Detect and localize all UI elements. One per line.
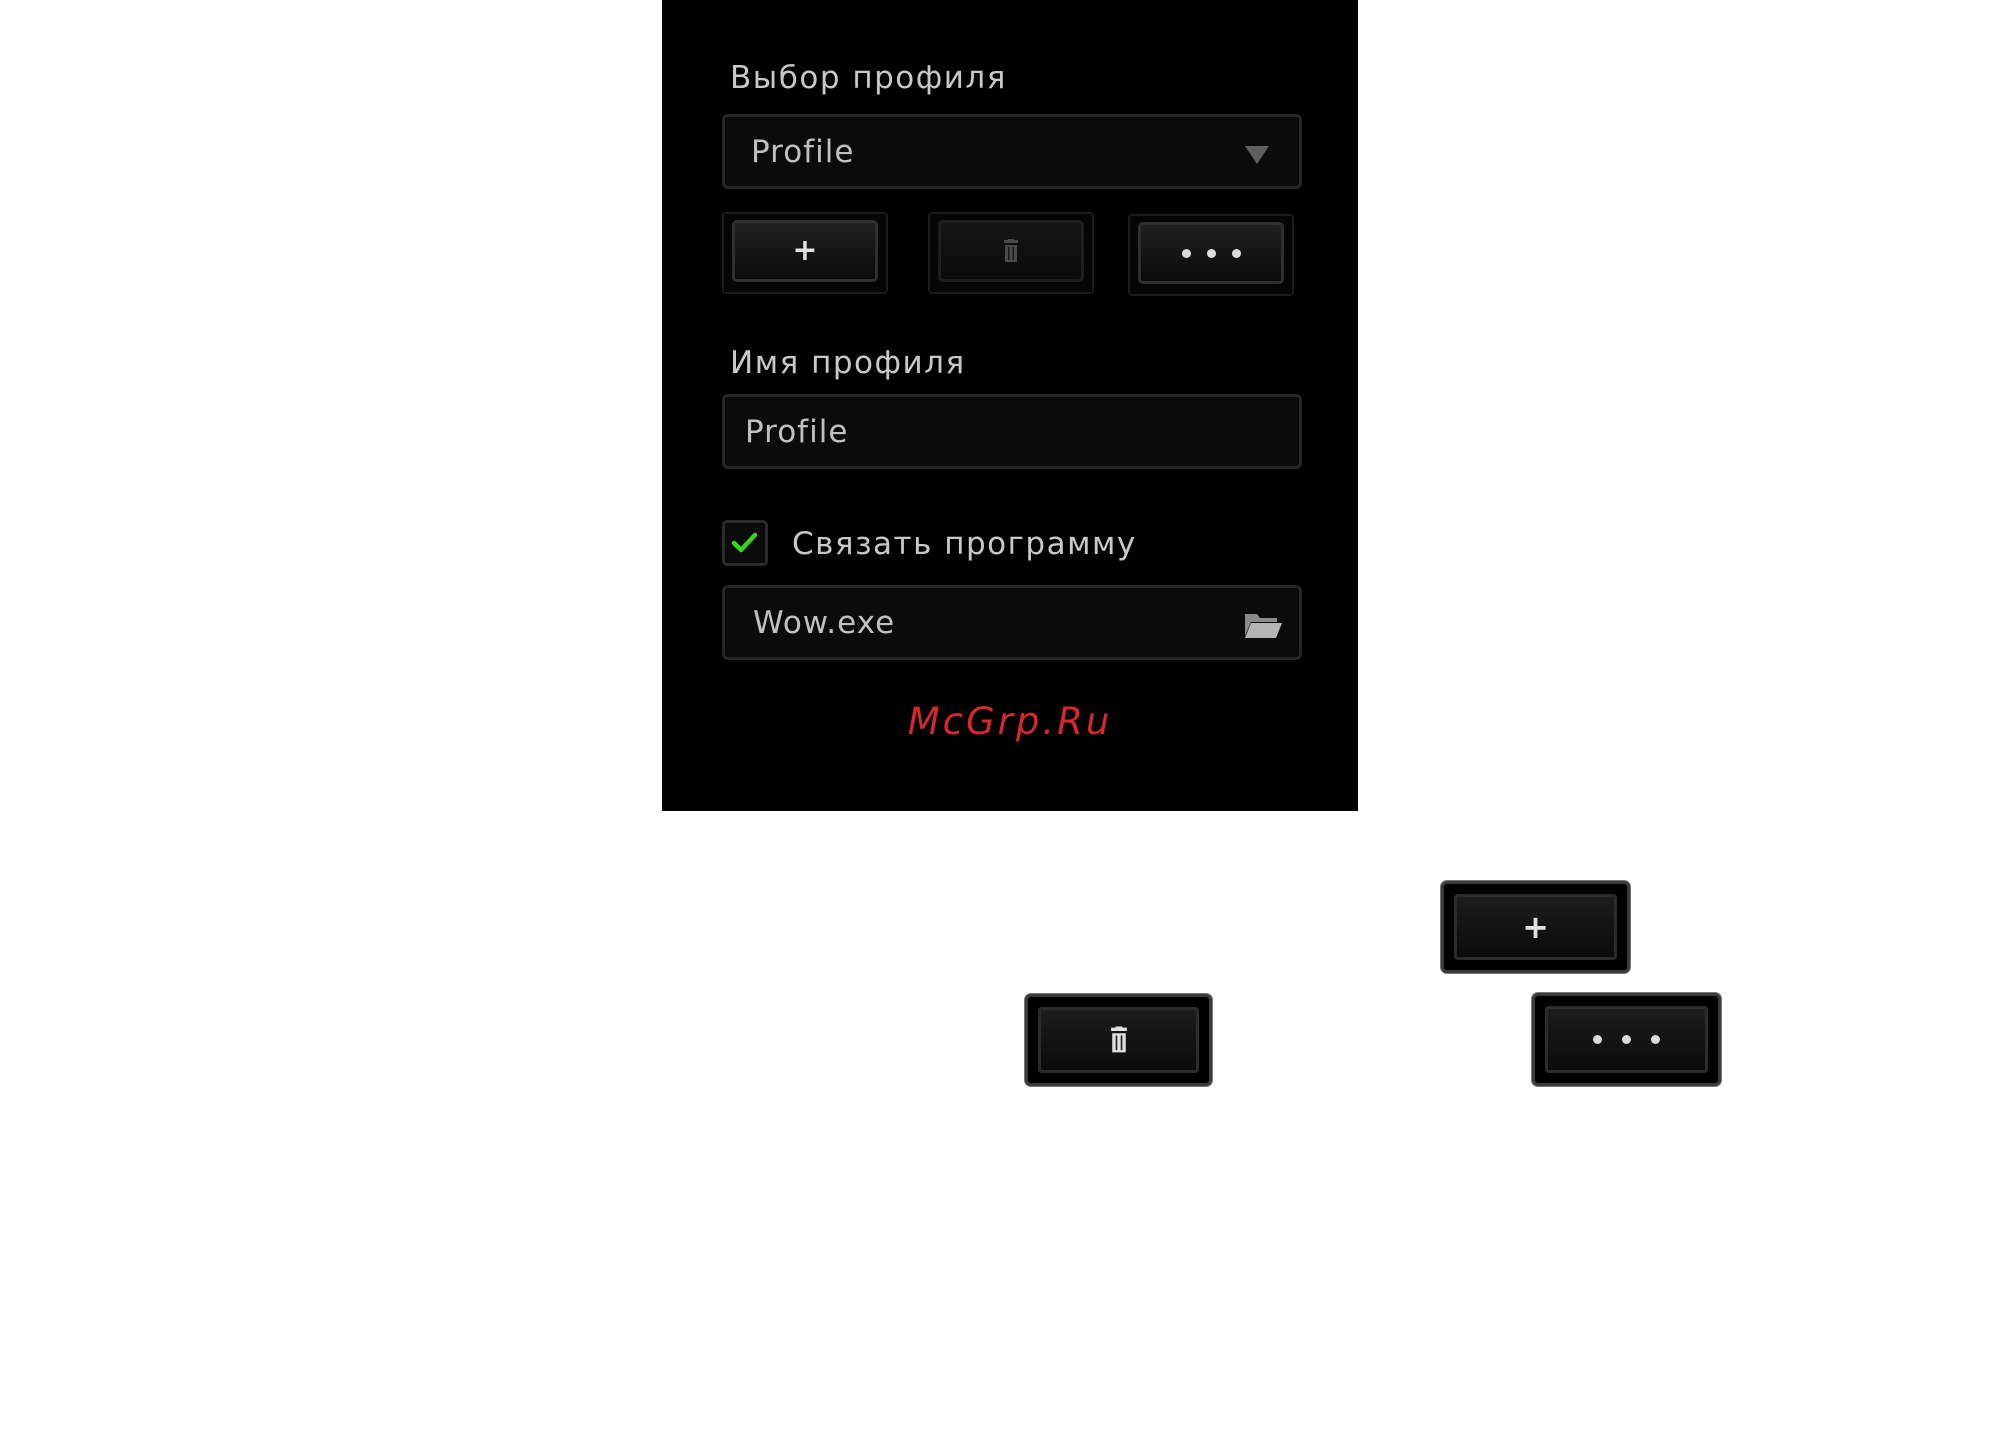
add-button-large[interactable]: + — [1441, 881, 1630, 973]
profile-select-label: Выбор профиля — [730, 60, 1007, 96]
page: Выбор профиля Profile + Имя профиля Prof… — [0, 0, 2007, 1441]
profile-panel: Выбор профиля Profile + Имя профиля Prof… — [662, 0, 1358, 811]
trash-icon — [1110, 1026, 1127, 1053]
profile-dropdown[interactable]: Profile — [722, 114, 1302, 189]
delete-button-large[interactable] — [1025, 994, 1212, 1086]
more-options-button-large-face[interactable] — [1545, 1006, 1708, 1073]
profile-name-value: Profile — [745, 413, 849, 450]
trash-icon — [1004, 239, 1018, 262]
plus-icon: + — [1522, 908, 1549, 946]
more-options-button[interactable] — [1138, 222, 1284, 284]
delete-button-large-face[interactable] — [1038, 1007, 1199, 1073]
dropdown-arrow-icon — [1245, 146, 1269, 164]
delete-profile-button[interactable] — [938, 220, 1084, 282]
ellipsis-icon — [1181, 248, 1241, 258]
profile-dropdown-value: Profile — [751, 133, 855, 170]
watermark-text: McGrp.Ru — [907, 700, 1113, 743]
more-options-button-large[interactable] — [1532, 993, 1721, 1086]
add-button-large-face[interactable]: + — [1454, 894, 1617, 960]
profile-name-input[interactable]: Profile — [722, 394, 1302, 469]
program-path-field[interactable]: Wow.exe — [722, 585, 1302, 660]
program-path-value: Wow.exe — [753, 604, 896, 641]
plus-icon: + — [792, 233, 818, 268]
link-program-label: Связать программу — [792, 526, 1137, 562]
add-profile-button[interactable]: + — [732, 220, 878, 282]
folder-open-icon[interactable] — [1243, 610, 1283, 640]
ellipsis-icon — [1593, 1035, 1660, 1044]
profile-name-label: Имя профиля — [730, 345, 966, 381]
link-program-checkbox[interactable] — [722, 520, 768, 566]
checkmark-icon — [731, 532, 758, 553]
